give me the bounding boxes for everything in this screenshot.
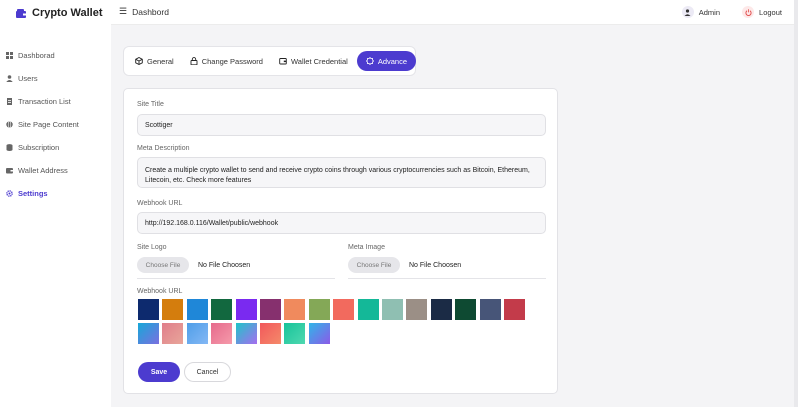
meta-image-file-input: Choose File No File Choosen (348, 257, 461, 273)
color-swatch[interactable] (235, 323, 257, 344)
globe-icon (6, 121, 13, 128)
sidebar-nav: Dashborad Users Transaction List Site Pa… (0, 44, 111, 205)
tab-label: Wallet Credential (290, 56, 348, 66)
site-logo-file-status: No File Choosen (198, 261, 251, 269)
color-swatch[interactable] (162, 323, 184, 344)
tab-advance[interactable]: Advance (356, 51, 417, 71)
brand[interactable]: Crypto Wallet (16, 7, 103, 19)
webhook-url-label: Webhook URL (137, 200, 183, 207)
color-swatch[interactable] (211, 299, 233, 320)
meta-description-textarea[interactable]: Create a multiple crypto wallet to send … (137, 157, 546, 188)
page-title-text: Dashbord (132, 6, 169, 17)
color-swatch[interactable] (357, 299, 379, 320)
document-icon (7, 98, 12, 105)
meta-image-file-status: No File Choosen (409, 261, 462, 269)
tab-change-password[interactable]: Change Password (183, 51, 270, 71)
color-swatch[interactable] (211, 323, 233, 344)
wallet-icon (16, 8, 26, 18)
site-title-input[interactable]: Scottiger (137, 114, 546, 136)
tab-wallet-credential[interactable]: Wallet Credential (272, 51, 355, 71)
color-swatch[interactable] (260, 323, 281, 344)
color-swatch[interactable] (308, 323, 330, 344)
color-swatch[interactable] (138, 299, 159, 320)
menu-icon[interactable]: ☰ (119, 6, 127, 17)
brand-name: Crypto Wallet (32, 7, 103, 19)
sidebar-item-label: Wallet Address (18, 166, 68, 175)
sidebar-item-settings[interactable]: Settings (0, 182, 111, 205)
badge-icon (365, 57, 374, 65)
save-button[interactable]: Save (138, 362, 180, 382)
settings-icon (6, 190, 13, 197)
color-swatch[interactable] (430, 299, 452, 320)
lock-icon (190, 57, 198, 65)
tab-label: Change Password (201, 56, 263, 66)
sidebar-item-wallet-address[interactable]: Wallet Address (0, 159, 111, 182)
color-swatch[interactable] (260, 299, 281, 320)
settings-form: Site Title Scottiger Meta Description Cr… (123, 88, 558, 394)
wallet-icon (6, 168, 13, 174)
cancel-button[interactable]: Cancel (184, 362, 231, 382)
cube-icon (135, 57, 143, 65)
sidebar-item-label: Users (18, 74, 38, 83)
meta-image-choose-button[interactable]: Choose File (348, 257, 400, 273)
theme-color-label: Webhook URL (137, 288, 183, 295)
settings-tabs: General Change Password Wallet Credentia… (123, 46, 417, 76)
sidebar-item-users[interactable]: Users (0, 67, 111, 90)
color-swatch[interactable] (308, 299, 330, 320)
user-icon (681, 6, 694, 18)
logout-button[interactable]: Logout (742, 6, 782, 18)
page-scrollbar[interactable] (794, 0, 798, 407)
color-swatch[interactable] (235, 299, 257, 320)
user-menu[interactable]: Admin (681, 6, 720, 18)
color-swatch[interactable] (382, 299, 403, 320)
user-name: Admin (698, 7, 720, 17)
topbar: ☰ Dashbord Admin Logout (111, 0, 798, 25)
logout-label: Logout (759, 7, 782, 17)
site-logo-label: Site Logo (137, 244, 167, 251)
tab-general[interactable]: General (128, 51, 181, 71)
color-swatch[interactable] (186, 299, 208, 320)
sidebar-item-label: Transaction List (18, 97, 71, 106)
tab-label: General (147, 56, 174, 66)
sidebar-item-label: Site Page Content (18, 120, 79, 129)
color-swatch[interactable] (162, 299, 184, 320)
divider (348, 278, 546, 279)
webhook-url-input[interactable]: http://192.168.0.116/Wallet/public/webho… (137, 212, 546, 234)
color-swatch[interactable] (406, 299, 428, 320)
sidebar-item-subscription[interactable]: Subscription (0, 136, 111, 159)
color-swatch[interactable] (284, 323, 306, 344)
color-swatch[interactable] (504, 299, 525, 320)
site-logo-choose-button[interactable]: Choose File (137, 257, 189, 273)
color-swatch[interactable] (284, 299, 306, 320)
sidebar-item-label: Dashborad (18, 51, 55, 60)
color-swatch[interactable] (138, 323, 159, 344)
page-title: ☰ Dashbord (119, 6, 169, 17)
sidebar-item-transaction-list[interactable]: Transaction List (0, 90, 111, 113)
sidebar-item-label: Settings (18, 189, 48, 198)
meta-description-label: Meta Description (137, 145, 190, 152)
wallet-icon (279, 58, 287, 65)
color-swatch[interactable] (455, 299, 477, 320)
user-icon (6, 75, 13, 82)
power-icon (742, 6, 755, 18)
color-swatch[interactable] (479, 299, 501, 320)
color-swatch[interactable] (186, 323, 208, 344)
grid-icon (6, 52, 13, 59)
site-title-label: Site Title (137, 101, 164, 108)
sidebar-item-site-page-content[interactable]: Site Page Content (0, 113, 111, 136)
site-logo-file-input: Choose File No File Choosen (137, 257, 250, 273)
divider (137, 278, 335, 279)
sidebar-item-dashboard[interactable]: Dashborad (0, 44, 111, 67)
sidebar: Crypto Wallet Dashborad Users Transactio… (0, 0, 111, 407)
database-icon (6, 144, 13, 151)
tab-label: Advance (377, 56, 408, 66)
meta-image-label: Meta Image (348, 244, 385, 251)
color-swatch[interactable] (333, 299, 355, 320)
sidebar-item-label: Subscription (18, 143, 60, 152)
